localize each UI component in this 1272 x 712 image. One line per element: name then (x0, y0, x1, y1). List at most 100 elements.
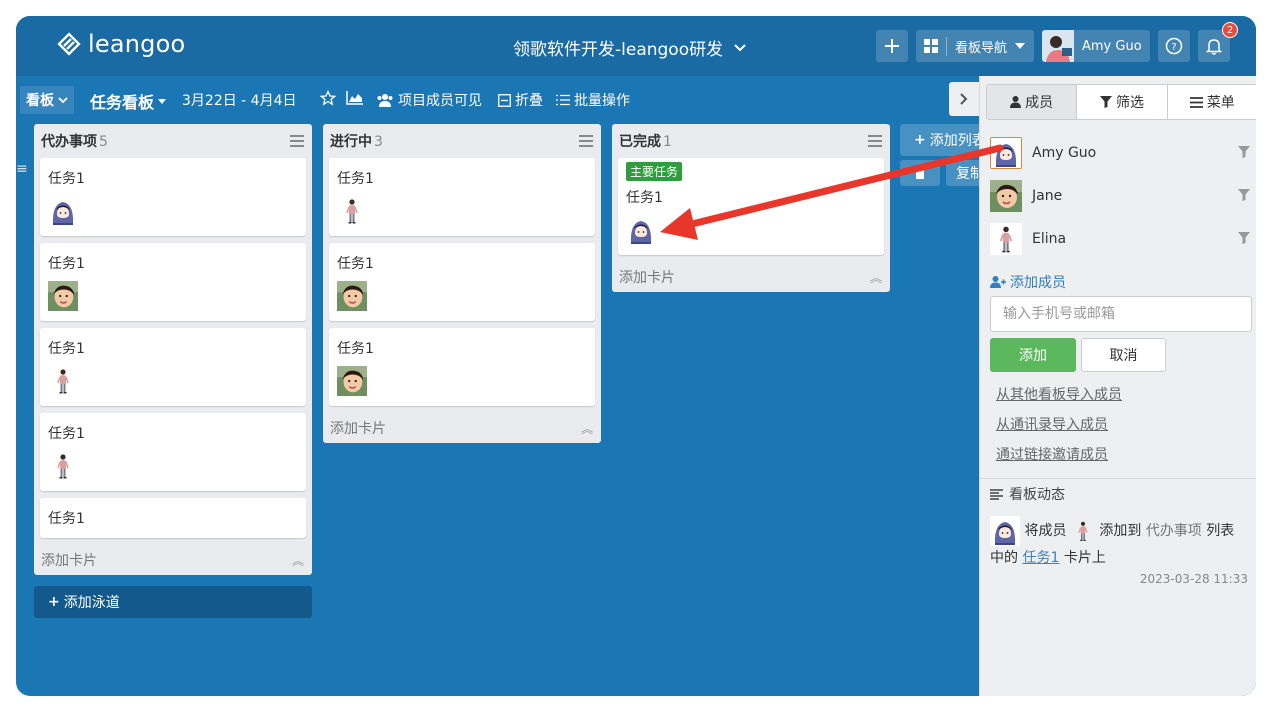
create-button[interactable] (876, 30, 908, 62)
board-name-dropdown[interactable]: 任务看板 (90, 89, 167, 113)
member-avatar-figure (337, 196, 367, 226)
filter-icon[interactable] (1238, 146, 1250, 158)
member-avatar-photo (337, 281, 367, 311)
import-from-contacts-link[interactable]: 从通讯录导入成员 (996, 414, 1108, 434)
caret-down-icon (1015, 43, 1026, 49)
caret-down-icon (158, 98, 167, 104)
board-title-dropdown[interactable]: 领歌软件开发-leangoo研发 (513, 35, 747, 60)
task-card[interactable]: 主要任务 任务1 (618, 158, 884, 255)
list-title[interactable]: 进行中 3 (330, 131, 383, 151)
notification-badge: 2 (1222, 22, 1238, 38)
list-title[interactable]: 代办事项 5 (41, 131, 108, 151)
plus-icon: + (48, 594, 60, 610)
task-card[interactable]: 任务1 (40, 413, 306, 491)
panel-divider (980, 478, 1256, 479)
filter-icon (1099, 96, 1112, 108)
add-swimlane-button[interactable]: + 添加泳道 (34, 586, 312, 618)
panel-tabs: 成员 筛选 菜单 (986, 84, 1256, 120)
member-name: Elina (1032, 231, 1067, 247)
collapse-up-icon[interactable]: ︽ (870, 269, 882, 286)
fold-button[interactable]: 折叠 (498, 90, 543, 110)
card-title: 任务1 (337, 171, 374, 187)
cancel-button[interactable]: 取消 (1081, 338, 1166, 372)
collapse-up-icon[interactable]: ︽ (292, 552, 304, 569)
collapse-up-icon[interactable]: ︽ (581, 420, 593, 437)
list-count: 5 (99, 134, 108, 150)
plus-icon: + (914, 132, 926, 148)
member-avatar-figure (1071, 516, 1095, 546)
member-avatar-photo (48, 281, 78, 311)
add-card-button[interactable]: 添加卡片 ︽ (612, 262, 890, 292)
list-done: 已完成 1 主要任务 任务1 添加卡片 ︽ (612, 124, 890, 292)
member-row[interactable]: Jane (990, 179, 1252, 213)
add-member-link[interactable]: 添加成员 (990, 272, 1066, 292)
visibility-label: 项目成员可见 (398, 93, 482, 109)
member-avatar-hoodie (990, 137, 1022, 169)
task-card[interactable]: 任务1 (40, 243, 306, 321)
visibility-button[interactable]: 项目成员可见 (376, 90, 482, 110)
list-count: 1 (663, 134, 672, 150)
invite-input[interactable] (990, 296, 1252, 332)
panel-collapse-button[interactable] (949, 82, 979, 116)
member-avatar-hoodie (48, 196, 78, 226)
task-card[interactable]: 任务1 (40, 498, 306, 538)
add-list-button[interactable]: + 添加列表 (900, 124, 990, 156)
member-avatar-figure (48, 451, 78, 481)
logo-text: leangoo (88, 30, 186, 58)
logo[interactable]: leangoo (56, 30, 185, 58)
batch-operation-button[interactable]: 批量操作 (556, 90, 630, 110)
view-switch-dropdown[interactable]: 看板 (20, 86, 74, 114)
tab-menu[interactable]: 菜单 (1168, 85, 1256, 119)
member-row[interactable]: Elina (990, 222, 1252, 256)
add-button[interactable]: 添加 (990, 338, 1076, 372)
task-card[interactable]: 任务1 (40, 158, 306, 236)
lane-handle-icon[interactable]: ≡ (16, 161, 28, 177)
card-title: 任务1 (48, 256, 85, 272)
activity-card-link[interactable]: 任务1 (1022, 550, 1059, 566)
activity-icon (990, 488, 1003, 500)
add-card-button[interactable]: 添加卡片 ︽ (34, 545, 312, 575)
task-card[interactable]: 任务1 (329, 243, 595, 321)
chart-button[interactable] (346, 90, 364, 105)
board-name: 任务看板 (90, 93, 155, 112)
add-card-button[interactable]: 添加卡片 ︽ (323, 413, 601, 443)
delete-icon[interactable] (900, 160, 940, 186)
member-avatar-hoodie (626, 215, 656, 245)
task-card[interactable]: 任务1 (329, 158, 595, 236)
activity-list-link[interactable]: 代办事项 (1146, 523, 1202, 539)
task-card[interactable]: 任务1 (329, 328, 595, 406)
plus-icon (885, 39, 899, 53)
card-title: 任务1 (337, 256, 374, 272)
list-menu-icon[interactable] (290, 135, 304, 147)
member-name: Amy Guo (1032, 145, 1097, 161)
help-button[interactable]: ? (1158, 30, 1190, 62)
member-avatar-photo (337, 366, 367, 396)
activity-entry: 将成员 添加到 代办事项 列表 中的 任务1 卡片上 (990, 516, 1250, 570)
list-menu-icon[interactable] (868, 135, 882, 147)
member-row[interactable]: Amy Guo (990, 136, 1252, 170)
chevron-right-icon (960, 93, 968, 105)
filter-icon[interactable] (1238, 232, 1250, 244)
tab-members[interactable]: 成员 (987, 85, 1078, 119)
top-bar: leangoo 领歌软件开发-leangoo研发 看板导航 Amy Guo ? (16, 16, 1256, 76)
list-title[interactable]: 已完成 1 (619, 131, 672, 151)
import-from-board-link[interactable]: 从其他看板导入成员 (996, 384, 1122, 404)
card-title: 任务1 (48, 511, 85, 527)
activity-time: 2023-03-28 11:33 (1139, 572, 1248, 586)
card-title: 任务1 (626, 190, 663, 206)
list-in-progress: 进行中 3 任务1 任务1 任务1 添加卡片 ︽ (323, 124, 601, 443)
tab-filter[interactable]: 筛选 (1077, 85, 1168, 119)
side-panel: 成员 筛选 菜单 Amy Guo Jane Elina 添加成员 输入手机号或邮… (979, 76, 1256, 696)
user-menu-button[interactable]: Amy Guo (1042, 30, 1150, 62)
filter-icon[interactable] (1238, 189, 1250, 201)
sprint-date-range[interactable]: 3月22日 - 4月4日 (182, 90, 297, 110)
star-icon (320, 90, 336, 106)
member-avatar-photo (990, 180, 1022, 212)
task-card[interactable]: 任务1 (40, 328, 306, 406)
star-button[interactable] (320, 90, 336, 106)
list-menu-icon[interactable] (579, 135, 593, 147)
invite-by-link[interactable]: 通过链接邀请成员 (996, 444, 1108, 464)
member-avatar-hoodie (990, 516, 1020, 546)
board-toolbar: 看板 任务看板 3月22日 - 4月4日 项目成员可见 折叠 批量操作 (16, 76, 979, 122)
board-nav-button[interactable]: 看板导航 (916, 30, 1034, 62)
